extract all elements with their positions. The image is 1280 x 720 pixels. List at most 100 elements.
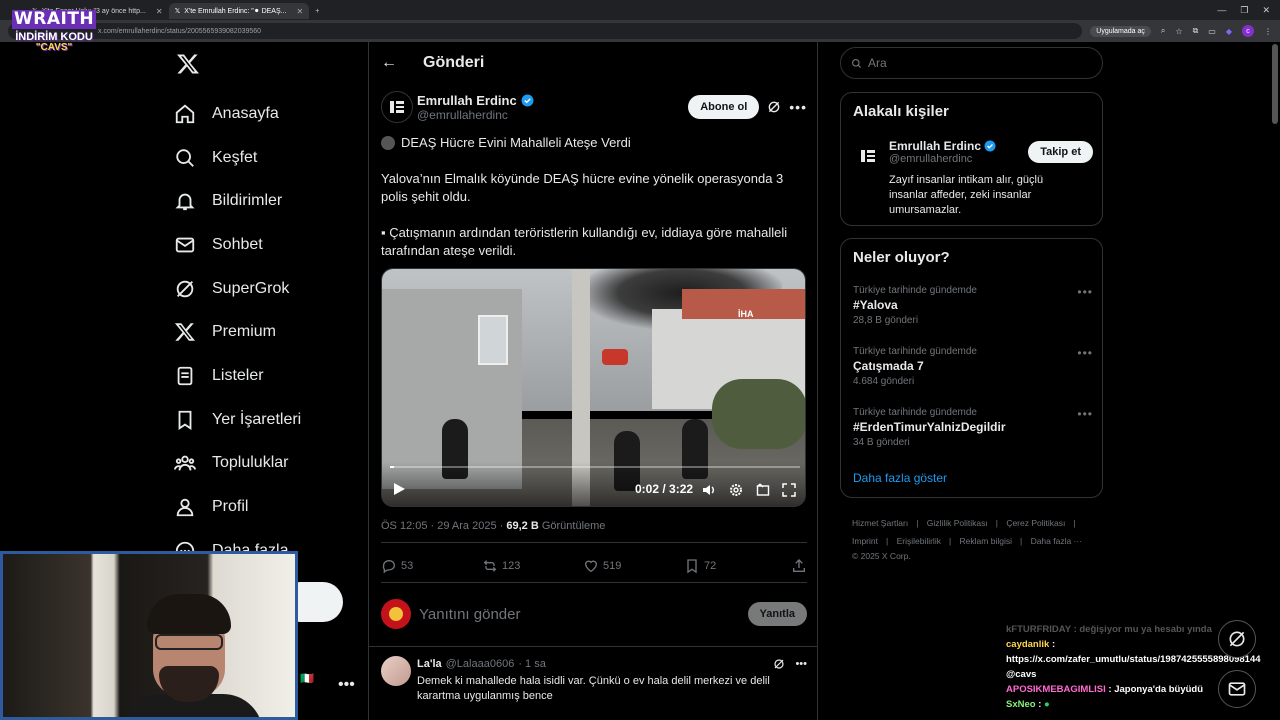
trend-item[interactable]: Türkiye tarihinde gündemde Çatışmada 7 4… [853, 346, 1093, 387]
nav-label: Yer İşaretleri [212, 410, 302, 428]
close-tab-icon[interactable]: ✕ [296, 7, 303, 16]
share-action[interactable] [791, 558, 807, 574]
sidebar-icon[interactable]: ▭ [1208, 27, 1216, 36]
messages-float-button[interactable] [1218, 670, 1256, 708]
account-more-icon[interactable]: ••• [338, 676, 355, 694]
footer-terms-link[interactable]: Hizmet Şartları [852, 518, 908, 528]
volume-icon[interactable] [702, 483, 716, 497]
reply-author-name[interactable]: La'la [417, 658, 442, 670]
new-tab-button[interactable]: + [309, 3, 325, 19]
search-box[interactable]: Ara [840, 47, 1103, 79]
trend-more-icon[interactable]: ••• [1077, 346, 1093, 360]
play-icon[interactable] [392, 482, 406, 496]
related-person-avatar[interactable] [853, 141, 883, 171]
bookmark-action[interactable]: 72 [684, 558, 785, 574]
trend-more-icon[interactable]: ••• [1077, 285, 1093, 299]
reply-action[interactable]: 53 [381, 558, 482, 574]
nav-label: Keşfet [212, 148, 258, 166]
video-player[interactable]: İHA 0:02 / 3:22 [381, 268, 806, 507]
open-in-app-button[interactable]: Uygulamada aç [1090, 25, 1151, 37]
reply-text: Demek ki mahallede hala isidli var. Çünk… [417, 675, 770, 702]
grok-float-button[interactable] [1218, 620, 1256, 658]
copyright: © 2025 X Corp. [852, 551, 911, 561]
page-title: Gönderi [423, 54, 485, 71]
footer-imprint-link[interactable]: Imprint [852, 536, 878, 546]
footer-accessibility-link[interactable]: Erişilebilirlik [897, 536, 941, 546]
url-field[interactable]: x.com/emrullaherdinc/status/200556593908… [8, 23, 1083, 39]
repost-count: 123 [502, 560, 521, 572]
post-more-icon[interactable]: ••• [789, 99, 807, 115]
webcam-overlay [0, 551, 298, 720]
star-icon[interactable]: ☆ [1175, 27, 1182, 36]
footer-privacy-link[interactable]: Gizlilik Politikası [927, 518, 988, 528]
subscribe-button[interactable]: Abone ol [688, 95, 760, 119]
follow-button[interactable]: Takip et [1028, 141, 1093, 163]
close-tab-icon[interactable]: ✕ [156, 7, 163, 16]
nav-item-profile[interactable]: Profil [174, 485, 301, 529]
related-people-title: Alakalı kişiler [853, 103, 949, 120]
x-favicon-icon: 𝕏 [174, 8, 181, 15]
menu-kebab-icon[interactable]: ⋮ [1264, 27, 1272, 36]
video-progress-fill [390, 466, 395, 468]
repost-action[interactable]: 123 [482, 558, 583, 574]
nav-item-explore[interactable]: Keşfet [174, 136, 301, 180]
reply-author-handle[interactable]: @Lalaaa0606 [446, 658, 515, 670]
chat-username: SxNeo [1006, 699, 1036, 710]
nav-item-notifications[interactable]: Bildirimler [174, 179, 301, 223]
related-person[interactable]: Emrullah Erdinc @emrullaherdinc Takip et [853, 139, 1093, 171]
reply-input[interactable]: Yanıtını gönder [419, 606, 520, 623]
nav-item-communities[interactable]: Topluluklar [174, 442, 301, 486]
heart-icon [584, 560, 598, 573]
author-name[interactable]: Emrullah Erdinc [417, 93, 534, 108]
chat-text: : [1051, 639, 1056, 650]
webcam-person-glasses [155, 634, 223, 650]
x-logo-icon[interactable] [176, 52, 200, 76]
footer-ads-link[interactable]: Reklam bilgisi [960, 536, 1012, 546]
footer-cookies-link[interactable]: Çerez Politikası [1006, 518, 1065, 528]
back-arrow-icon[interactable]: ← [381, 54, 397, 72]
settings-gear-icon[interactable] [729, 483, 743, 497]
divider [369, 646, 817, 647]
video-fire [602, 349, 628, 365]
video-progress-bar[interactable] [390, 466, 800, 468]
trend-item[interactable]: Türkiye tarihinde gündemde #ErdenTimurYa… [853, 407, 1093, 448]
zoom-icon[interactable]: ⌕ [1161, 26, 1165, 36]
author-avatar[interactable] [381, 91, 413, 123]
picture-in-picture-icon[interactable] [756, 483, 770, 497]
close-window-icon[interactable]: ✕ [1262, 5, 1270, 16]
like-action[interactable]: 519 [583, 558, 684, 574]
author-handle[interactable]: @emrullaherdinc [417, 108, 534, 122]
nav-label: Premium [212, 323, 277, 341]
nav-item-messages[interactable]: Sohbet [174, 223, 301, 267]
reply-avatar[interactable] [381, 656, 411, 686]
grok-icon[interactable] [773, 658, 785, 670]
page-scrollbar[interactable] [1272, 44, 1278, 124]
reply-header-icons: ••• [773, 658, 807, 670]
fullscreen-icon[interactable] [782, 483, 796, 497]
nav-item-home[interactable]: Anasayfa [174, 92, 301, 136]
profile-avatar[interactable]: c [1242, 25, 1254, 37]
show-more-link[interactable]: Daha fazla göster [853, 471, 947, 485]
trend-item[interactable]: Türkiye tarihinde gündemde #Yalova 28,8 … [853, 285, 1093, 326]
post-timestamp[interactable]: ÖS 12:05 · 29 Ara 2025 · [381, 520, 506, 532]
trend-context: Türkiye tarihinde gündemde [853, 407, 977, 418]
my-avatar[interactable] [381, 599, 411, 629]
extensions-icon[interactable]: ⧉ [1193, 26, 1199, 36]
related-person-name[interactable]: Emrullah Erdinc [889, 139, 996, 153]
footer-more-link[interactable]: Daha fazla ··· [1031, 536, 1083, 546]
reply-submit-button[interactable]: Yanıtla [747, 602, 807, 626]
trends-panel: Neler oluyor? Türkiye tarihinde gündemde… [840, 238, 1103, 498]
minimize-icon[interactable]: — [1217, 5, 1226, 16]
grok-icon[interactable] [767, 100, 781, 114]
nav-item-supergrok[interactable]: SuperGrok [174, 267, 301, 311]
search-input[interactable]: Ara [868, 56, 887, 70]
reply-more-icon[interactable]: ••• [795, 658, 807, 670]
maximize-icon[interactable]: ❐ [1240, 5, 1248, 16]
nav-item-bookmarks[interactable]: Yer İşaretleri [174, 398, 301, 442]
trend-more-icon[interactable]: ••• [1077, 407, 1093, 421]
browser-tab-2[interactable]: 𝕏 X'te Emrullah Erdinc: "⚫ DEAŞ... ✕ [168, 3, 310, 19]
post-paragraph-1: Yalova’nın Elmalık köyünde DEAŞ hücre ev… [381, 171, 784, 204]
nav-item-lists[interactable]: Listeler [174, 354, 301, 398]
extension-icon[interactable]: ◆ [1226, 27, 1232, 36]
nav-item-premium[interactable]: Premium [174, 310, 301, 354]
